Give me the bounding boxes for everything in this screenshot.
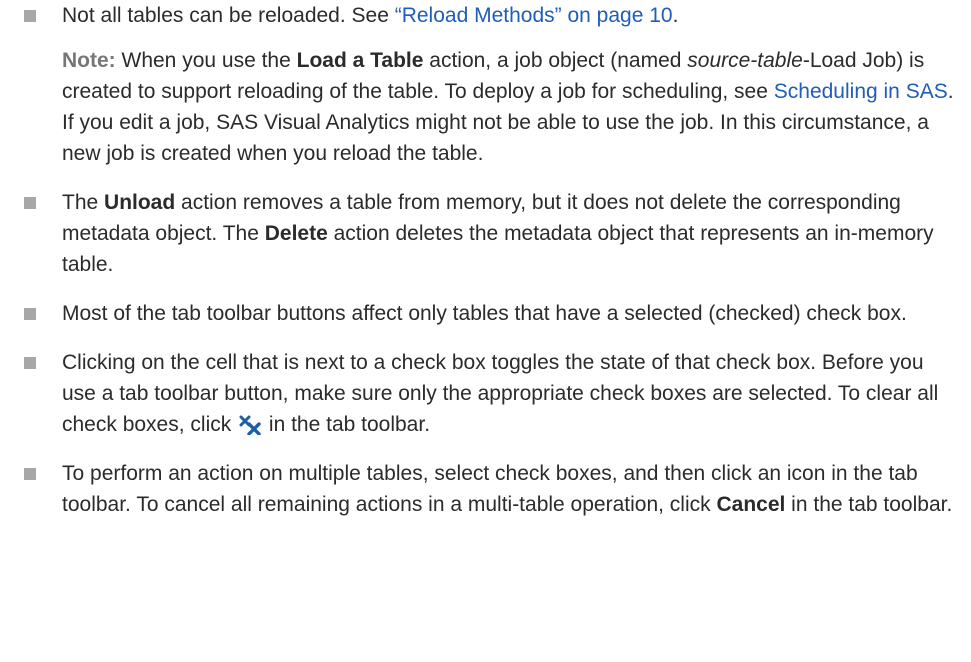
delete-term: Delete — [264, 222, 328, 245]
load-a-table-term: Load a Table — [296, 49, 424, 72]
square-bullet-icon — [24, 10, 36, 22]
documentation-page: Not all tables can be reloaded. See “Rel… — [0, 0, 971, 662]
bullet-text: Most of the tab toolbar buttons affect o… — [62, 302, 907, 325]
list-item-reload: Not all tables can be reloaded. See “Rel… — [24, 0, 954, 169]
unload-term: Unload — [104, 191, 176, 214]
bullet-text: Not all tables can be reloaded. See “Rel… — [62, 4, 679, 27]
square-bullet-icon — [24, 308, 36, 320]
note-label: Note: — [62, 49, 116, 72]
bullet-text: Clicking on the cell that is next to a c… — [62, 351, 939, 436]
bullet-list: Not all tables can be reloaded. See “Rel… — [24, 0, 954, 520]
square-bullet-icon — [24, 357, 36, 369]
scheduling-in-sas-link[interactable]: Scheduling in SAS — [774, 80, 948, 103]
clear-selections-icon — [239, 415, 261, 435]
cancel-term: Cancel — [716, 493, 786, 516]
bullet-text: The Unload action removes a table from m… — [62, 191, 934, 276]
list-item-multiple-tables: To perform an action on multiple tables,… — [24, 458, 954, 520]
note-paragraph: Note: When you use the Load a Table acti… — [62, 49, 954, 165]
square-bullet-icon — [24, 197, 36, 209]
list-item-unload: The Unload action removes a table from m… — [24, 187, 954, 280]
bullet-text: To perform an action on multiple tables,… — [62, 462, 953, 516]
reload-methods-link[interactable]: “Reload Methods” on page 10 — [395, 4, 673, 27]
list-item-check-boxes: Clicking on the cell that is next to a c… — [24, 347, 954, 440]
square-bullet-icon — [24, 468, 36, 480]
source-table-term: source-table — [687, 49, 803, 72]
list-item-toolbar-buttons: Most of the tab toolbar buttons affect o… — [24, 298, 954, 329]
